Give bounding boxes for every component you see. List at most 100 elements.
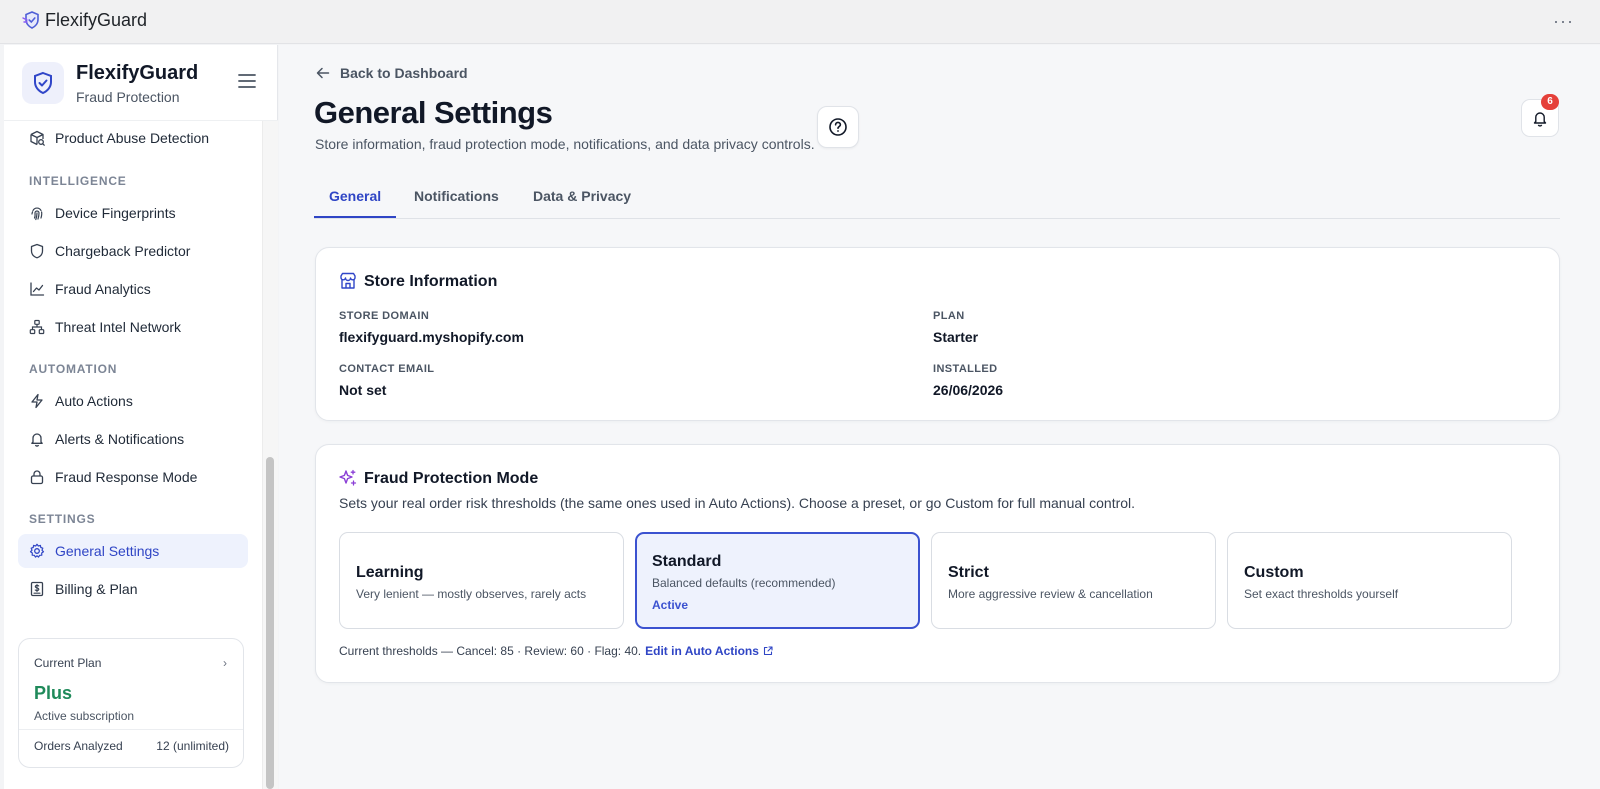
sidebar-item-label: Billing & Plan (55, 581, 138, 597)
bell-icon (1533, 111, 1547, 127)
tab-notifications[interactable]: Notifications (414, 188, 499, 204)
sidebar-item-threat-intel-network[interactable]: Threat Intel Network (18, 310, 248, 344)
store-domain-label: STORE DOMAIN (339, 310, 430, 322)
app-logo-icon (22, 11, 39, 29)
installed-value: 26/06/2026 (933, 382, 1004, 398)
thresholds-text: Current thresholds — Cancel: 85 · Review… (339, 644, 642, 658)
line-chart-icon (30, 282, 45, 296)
main-content: Back to Dashboard General Settings Store… (279, 45, 1600, 789)
brand-subtitle: Fraud Protection (76, 89, 180, 105)
brand-name: FlexifyGuard (76, 62, 199, 84)
divider (19, 729, 243, 730)
sidebar-item-label: Chargeback Predictor (55, 243, 191, 259)
orders-analyzed-value: 12 (unlimited) (156, 739, 229, 753)
page-title: General Settings (314, 95, 553, 130)
contact-email-value: Not set (339, 382, 387, 398)
subscription-status: Active subscription (34, 709, 135, 723)
store-information-card: Store Information STORE DOMAIN flexifygu… (315, 247, 1560, 421)
chevron-right-icon[interactable]: › (223, 656, 227, 670)
sidebar-item-label: Alerts & Notifications (55, 431, 185, 447)
sidebar-item-label: Device Fingerprints (55, 205, 176, 221)
sidebar-item-auto-actions[interactable]: Auto Actions (18, 384, 248, 418)
settings-tabs: General Notifications Data & Privacy (314, 175, 1560, 219)
sidebar-item-chargeback-predictor[interactable]: Chargeback Predictor (18, 234, 248, 268)
sidebar-item-fraud-response-mode[interactable]: Fraud Response Mode (18, 460, 248, 494)
mode-name: Custom (1244, 564, 1304, 581)
sidebar-item-fraud-analytics[interactable]: Fraud Analytics (18, 272, 248, 306)
fingerprint-icon (31, 207, 43, 221)
more-options-icon[interactable]: ··· (1553, 11, 1574, 32)
plan-name: Plus (34, 683, 73, 703)
mode-description: More aggressive review & cancellation (948, 587, 1153, 601)
back-to-dashboard-link[interactable]: Back to Dashboard (316, 65, 468, 81)
sidebar-item-label: Threat Intel Network (55, 319, 182, 335)
lightning-icon (31, 393, 43, 409)
mode-option-custom[interactable]: Custom Set exact thresholds yourself (1227, 532, 1512, 629)
section-title-settings: SETTINGS (29, 512, 96, 526)
plan-value: Starter (933, 329, 979, 345)
shield-icon (30, 243, 44, 259)
sidebar-item-general-settings[interactable]: General Settings (18, 534, 248, 568)
fraud-mode-description: Sets your real order risk thresholds (th… (339, 495, 1136, 511)
tab-general[interactable]: General (329, 188, 381, 204)
section-title-automation: AUTOMATION (29, 362, 118, 376)
current-plan-label: Current Plan (34, 656, 102, 670)
app-title: FlexifyGuard (45, 10, 148, 30)
back-link-label: Back to Dashboard (340, 65, 468, 81)
external-link-icon[interactable] (763, 646, 773, 656)
sidebar: FlexifyGuard Fraud Protection Product Ab… (4, 45, 278, 789)
mode-option-strict[interactable]: Strict More aggressive review & cancella… (931, 532, 1216, 629)
sparkles-icon (339, 469, 357, 486)
sidebar-item-label: General Settings (55, 543, 160, 559)
sidebar-item-alerts-notifications[interactable]: Alerts & Notifications (18, 422, 248, 456)
help-circle-icon (829, 118, 847, 136)
card-title: Store Information (364, 273, 498, 290)
hamburger-menu-icon[interactable] (238, 73, 256, 89)
active-mode-label: Active (652, 598, 689, 612)
sidebar-item-product-abuse-detection[interactable]: Product Abuse Detection (18, 121, 248, 155)
current-plan-card[interactable]: Current Plan › Plus Active subscription … (18, 638, 244, 768)
mode-description: Set exact thresholds yourself (1244, 587, 1399, 601)
tab-data-privacy[interactable]: Data & Privacy (533, 188, 631, 204)
sidebar-item-label: Product Abuse Detection (55, 130, 210, 146)
mode-description: Balanced defaults (recommended) (652, 576, 836, 590)
package-search-icon (30, 130, 45, 146)
sidebar-item-device-fingerprints[interactable]: Device Fingerprints (18, 196, 248, 230)
sidebar-item-billing-plan[interactable]: Billing & Plan (18, 572, 248, 606)
sidebar-scrollbar-thumb[interactable] (266, 457, 274, 789)
mode-option-standard[interactable]: Standard Balanced defaults (recommended)… (635, 532, 920, 629)
shield-check-icon (34, 71, 52, 95)
mode-description: Very lenient — mostly observes, rarely a… (356, 587, 587, 601)
notification-count-badge: 6 (1541, 94, 1559, 110)
lock-icon (30, 470, 44, 485)
store-domain-value: flexifyguard.myshopify.com (339, 329, 524, 345)
receipt-icon (30, 581, 44, 597)
help-button[interactable] (817, 106, 859, 148)
brand-logo (22, 62, 64, 104)
contact-email-label: CONTACT EMAIL (339, 363, 435, 375)
orders-analyzed-label: Orders Analyzed (34, 739, 123, 753)
mode-name: Learning (356, 564, 424, 581)
plan-label: PLAN (933, 310, 965, 322)
card-title: Fraud Protection Mode (364, 470, 539, 487)
arrow-left-icon (316, 67, 330, 79)
sidebar-item-label: Fraud Response Mode (55, 469, 198, 485)
active-tab-indicator (314, 216, 396, 218)
section-title-intelligence: INTELLIGENCE (29, 174, 127, 188)
store-icon (340, 272, 356, 289)
app-title-bar: FlexifyGuard ··· (0, 0, 1600, 44)
bell-icon (31, 433, 43, 447)
sidebar-item-label: Auto Actions (55, 393, 133, 409)
edit-in-auto-actions-link[interactable]: Edit in Auto Actions (645, 644, 759, 658)
current-thresholds: Current thresholds — Cancel: 85 · Review… (339, 644, 773, 658)
mode-name: Standard (652, 553, 722, 570)
sidebar-header: FlexifyGuard Fraud Protection (4, 45, 278, 121)
network-icon (29, 319, 45, 335)
mode-option-learning[interactable]: Learning Very lenient — mostly observes,… (339, 532, 624, 629)
gear-icon (29, 543, 45, 558)
page-subtitle: Store information, fraud protection mode… (315, 136, 815, 152)
fraud-protection-mode-card: Fraud Protection Mode Sets your real ord… (315, 444, 1560, 683)
installed-label: INSTALLED (933, 363, 998, 375)
mode-name: Strict (948, 564, 989, 581)
sidebar-item-label: Fraud Analytics (55, 281, 151, 297)
